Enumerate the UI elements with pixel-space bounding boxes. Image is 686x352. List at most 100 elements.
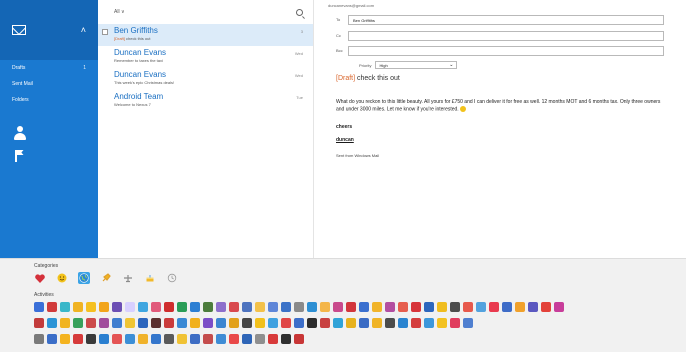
emoji-icon[interactable] (359, 318, 369, 328)
emoji-icon[interactable] (86, 334, 96, 344)
emoji-icon[interactable] (307, 302, 317, 312)
emoji-icon[interactable] (255, 334, 265, 344)
folder-drafts[interactable]: Drafts 1 (0, 60, 98, 76)
emoji-icon[interactable] (242, 334, 252, 344)
emoji-icon[interactable] (242, 302, 252, 312)
emoji-icon[interactable] (60, 318, 70, 328)
recent-icon[interactable] (166, 272, 178, 284)
emoji-icon[interactable] (177, 318, 187, 328)
message-item[interactable]: Duncan Evans This week's epic Christmas … (98, 68, 313, 90)
emoji-icon[interactable] (34, 334, 44, 344)
emoji-icon[interactable] (125, 318, 135, 328)
message-item[interactable]: Ben Griffiths [Draft] check this out 3 (98, 24, 313, 46)
emoji-icon[interactable] (281, 302, 291, 312)
chevron-up-icon[interactable]: ˄ (81, 25, 86, 35)
emoji-icon[interactable] (177, 302, 187, 312)
emoji-icon[interactable] (463, 302, 473, 312)
emoji-icon[interactable] (359, 302, 369, 312)
emoji-icon[interactable] (60, 302, 70, 312)
message-item[interactable]: Android Team Welcome to Nexus 7 Tue (98, 90, 313, 112)
cc-field[interactable] (348, 30, 664, 41)
emoji-icon[interactable] (216, 334, 226, 344)
emoji-icon[interactable] (476, 302, 486, 312)
emoji-icon[interactable] (281, 334, 291, 344)
heart-icon[interactable] (34, 272, 46, 284)
emoji-icon[interactable] (151, 318, 161, 328)
emoji-icon[interactable] (385, 302, 395, 312)
emoji-icon[interactable] (229, 334, 239, 344)
emoji-icon[interactable] (164, 334, 174, 344)
emoji-icon[interactable] (255, 318, 265, 328)
emoji-icon[interactable] (294, 334, 304, 344)
emoji-icon[interactable] (437, 318, 447, 328)
priority-select[interactable]: High ⌄ (375, 61, 458, 69)
emoji-icon[interactable] (398, 302, 408, 312)
emoji-icon[interactable] (73, 334, 83, 344)
subject-field[interactable]: [Draft] check this out (336, 75, 400, 82)
filter-dropdown[interactable]: All ∨ (114, 9, 125, 15)
emoji-icon[interactable] (151, 334, 161, 344)
emoji-icon[interactable] (60, 334, 70, 344)
emoji-icon[interactable] (34, 302, 44, 312)
emoji-icon[interactable] (437, 302, 447, 312)
emoji-icon[interactable] (203, 318, 213, 328)
emoji-icon[interactable] (112, 302, 122, 312)
mail-account-header[interactable]: ˄ (0, 0, 98, 60)
emoji-icon[interactable] (99, 334, 109, 344)
from-address[interactable]: duncanevans@gmail.com (328, 3, 374, 8)
emoji-icon[interactable] (411, 318, 421, 328)
globe-icon[interactable] (78, 272, 90, 284)
emoji-icon[interactable] (320, 302, 330, 312)
emoji-icon[interactable] (411, 302, 421, 312)
emoji-icon[interactable] (541, 302, 551, 312)
emoji-icon[interactable] (229, 302, 239, 312)
message-body-paragraph[interactable]: What do you reckon to this little beauty… (336, 99, 666, 113)
emoji-icon[interactable] (203, 334, 213, 344)
emoji-icon[interactable] (424, 318, 434, 328)
emoji-icon[interactable] (281, 318, 291, 328)
emoji-icon[interactable] (242, 318, 252, 328)
emoji-icon[interactable] (164, 302, 174, 312)
people-icon[interactable] (14, 126, 26, 140)
emoji-icon[interactable] (125, 334, 135, 344)
rocket-icon[interactable] (100, 272, 112, 284)
message-checkbox[interactable] (102, 29, 108, 35)
to-field[interactable]: Ben Griffiths (348, 14, 664, 25)
emoji-icon[interactable] (346, 318, 356, 328)
emoji-icon[interactable] (372, 318, 382, 328)
emoji-icon[interactable] (138, 334, 148, 344)
emoji-icon[interactable] (216, 302, 226, 312)
emoji-icon[interactable] (34, 318, 44, 328)
emoji-icon[interactable] (125, 302, 135, 312)
airplane-icon[interactable] (122, 272, 134, 284)
emoji-icon[interactable] (294, 318, 304, 328)
emoji-icon[interactable] (203, 302, 213, 312)
emoji-icon[interactable] (73, 302, 83, 312)
emoji-icon[interactable] (424, 302, 434, 312)
message-body-signoff[interactable]: cheers (336, 124, 666, 130)
emoji-icon[interactable] (112, 318, 122, 328)
emoji-icon[interactable] (554, 302, 564, 312)
emoji-icon[interactable] (385, 318, 395, 328)
emoji-icon[interactable] (47, 334, 57, 344)
search-icon[interactable] (296, 8, 303, 16)
emoji-icon[interactable] (86, 302, 96, 312)
emoji-icon[interactable] (164, 318, 174, 328)
emoji-icon[interactable] (268, 302, 278, 312)
emoji-icon[interactable] (47, 302, 57, 312)
emoji-icon[interactable] (450, 318, 460, 328)
message-body-name[interactable]: duncan (336, 137, 666, 143)
emoji-icon[interactable] (99, 318, 109, 328)
emoji-icon[interactable] (190, 334, 200, 344)
emoji-icon[interactable] (86, 318, 96, 328)
emoji-icon[interactable] (515, 302, 525, 312)
emoji-icon[interactable] (190, 318, 200, 328)
folder-folders[interactable]: Folders (0, 92, 98, 108)
emoji-icon[interactable] (190, 302, 200, 312)
emoji-icon[interactable] (268, 334, 278, 344)
emoji-icon[interactable] (268, 318, 278, 328)
emoji-icon[interactable] (489, 302, 499, 312)
message-signature[interactable]: Sent from Windows Mail (336, 153, 666, 158)
message-item[interactable]: Duncan Evans Remember to taxes the taxi … (98, 46, 313, 68)
emoji-icon[interactable] (320, 318, 330, 328)
